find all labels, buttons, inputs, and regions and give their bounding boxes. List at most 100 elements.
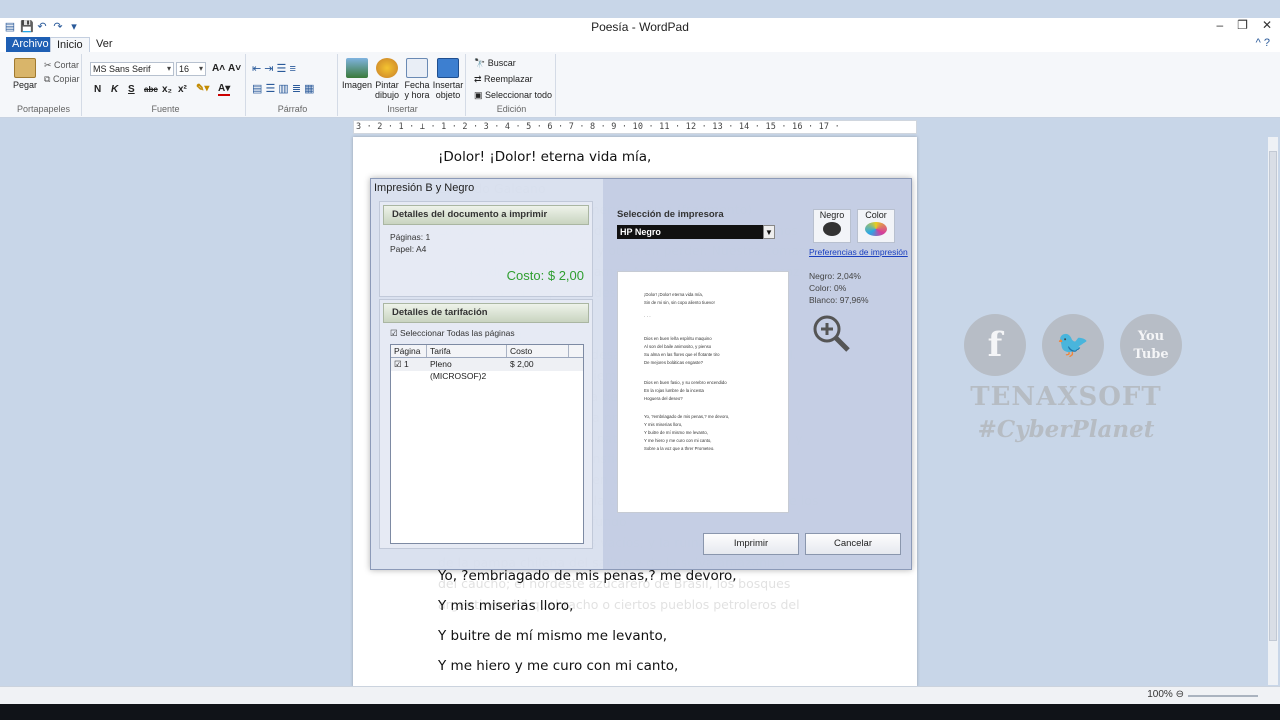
tab-ver[interactable]: Ver	[90, 37, 119, 52]
tab-inicio[interactable]: Inicio	[50, 37, 90, 52]
tariff-details-header: Detalles de tarifación	[383, 303, 589, 323]
preview-line: De mejores boláticas engaste?	[644, 360, 703, 365]
white-percentage: Blanco: 97,96%	[809, 295, 869, 305]
preview-line: En la rojas lumbre de la incesta	[644, 388, 704, 393]
subscript-button[interactable]: x₂	[162, 84, 172, 95]
status-bar: 100% ⊖	[0, 686, 1280, 704]
black-ink-icon	[823, 222, 841, 236]
column-header[interactable]: Página	[391, 345, 427, 357]
preview-line: Y mis miserias lloro,	[644, 422, 683, 427]
print-dialog: Impresión B y Negro Detalles del documen…	[370, 178, 912, 570]
zoom-slider[interactable]	[1188, 695, 1258, 697]
black-percentage: Negro: 2,04%	[809, 271, 861, 281]
ruler-ticks: 3 · 2 · 1 · ⊥ · 1 · 2 · 3 · 4 · 5 · 6 · …	[356, 122, 840, 132]
bold-button[interactable]: N	[94, 84, 101, 95]
close-button[interactable]: ✕	[1262, 18, 1272, 32]
row-cost-cell: $ 2,00	[510, 359, 534, 369]
youtube-icon: You Tube	[1120, 314, 1182, 376]
insert-image-button[interactable]: Imagen	[342, 58, 372, 90]
document-details-header: Detalles del documento a imprimir	[383, 205, 589, 225]
taskbar	[0, 704, 1280, 720]
paper-size: Papel: A4	[390, 244, 427, 254]
preview-line: ¡Dolor! ¡Dolor! eterna vida mía,	[644, 292, 703, 297]
row-page-cell[interactable]: ☑ 1	[391, 358, 427, 371]
preview-line: Dios en buen leña espíritu maquino	[644, 336, 712, 341]
date-time-button[interactable]: Fecha y hora	[402, 58, 432, 100]
preview-line: · · ·	[644, 314, 651, 319]
indent-icons[interactable]: ⇤ ⇥ ☰ ≡	[252, 62, 296, 75]
tariff-table: Página Tarifa Costo ☑ 1 Pleno (MICROSOF)…	[390, 344, 584, 544]
pages-count: Páginas: 1	[390, 232, 431, 242]
scrollbar-thumb[interactable]	[1269, 151, 1277, 641]
strikethrough-button[interactable]: abc	[144, 85, 158, 94]
font-family-select[interactable]: MS Sans Serif	[90, 62, 174, 76]
ruler[interactable]: 3 · 2 · 1 · ⊥ · 1 · 2 · 3 · 4 · 5 · 6 · …	[353, 120, 917, 134]
ribbon: Pegar ✂ Cortar ⧉ Copiar Portapapeles MS …	[0, 52, 1280, 118]
table-row[interactable]: ☑ 1 Pleno (MICROSOF)2 $ 2,00	[391, 358, 583, 381]
underline-button[interactable]: S	[128, 84, 135, 95]
watermark-name: TENAXSOFT	[970, 382, 1162, 412]
column-header[interactable]: Costo	[507, 345, 569, 357]
paint-palette-icon	[376, 58, 398, 78]
maximize-button[interactable]: ❐	[1237, 18, 1248, 32]
clipboard-icon	[14, 58, 36, 78]
paint-drawing-button[interactable]: Pintar dibujo	[372, 58, 402, 100]
image-icon	[346, 58, 368, 78]
cut-button[interactable]: ✂ Cortar	[44, 60, 79, 71]
window-title: Poesía - WordPad	[591, 20, 689, 34]
preview-line: Hoguera del deseo?	[644, 396, 683, 401]
zoom-level: 100% ⊖	[1147, 689, 1184, 700]
minimize-button[interactable]: –	[1216, 18, 1223, 32]
preview-line: Al son del baile animosito, y pienso	[644, 344, 712, 349]
vertical-scrollbar[interactable]	[1268, 137, 1278, 685]
grow-font-button[interactable]: A˄	[212, 63, 225, 74]
group-label-parrafo: Párrafo	[277, 104, 308, 114]
preview-line: Su alma en las flores que el flotante ti…	[644, 352, 720, 357]
ribbon-tabs: Archivo Inicio Ver ^ ?	[0, 36, 1280, 52]
group-fuente: MS Sans Serif 16 A˄ A˅ N K S abc x₂ x² ✎…	[86, 54, 246, 116]
twitter-icon: 🐦	[1042, 314, 1104, 376]
shrink-font-button[interactable]: A˅	[228, 63, 241, 74]
select-all-button[interactable]: ▣ Seleccionar todo	[474, 90, 552, 101]
highlight-icon[interactable]: ✎▾	[196, 83, 209, 94]
title-bar: ▤ 💾 ↶ ↷ ▾ Poesía - WordPad – ❐ ✕	[0, 18, 1280, 36]
zoom-in-icon[interactable]	[811, 313, 851, 353]
italic-button[interactable]: K	[111, 84, 118, 95]
black-mode-button[interactable]: Negro	[813, 209, 851, 243]
column-header[interactable]: Tarifa	[427, 345, 507, 357]
superscript-button[interactable]: x²	[178, 84, 187, 95]
group-insertar: Imagen Pintar dibujo Fecha y hora Insert…	[340, 54, 466, 116]
font-size-select[interactable]: 16	[176, 62, 206, 76]
cancel-button[interactable]: Cancelar	[805, 533, 901, 555]
wordpad-window: ▤ 💾 ↶ ↷ ▾ Poesía - WordPad – ❐ ✕ Archivo…	[0, 0, 1280, 720]
dialog-title: Impresión B y Negro	[374, 182, 475, 194]
document-line: ¡Dolor! ¡Dolor! eterna vida mía,	[438, 149, 652, 165]
select-all-pages-checkbox[interactable]: ☑ Seleccionar Todas las páginas	[390, 328, 515, 339]
group-portapapeles: Pegar ✂ Cortar ⧉ Copiar Portapapeles	[6, 54, 82, 116]
row-tariff-cell: Pleno (MICROSOF)2	[430, 359, 487, 381]
table-header: Página Tarifa Costo	[391, 345, 583, 358]
print-button[interactable]: Imprimir	[703, 533, 799, 555]
paste-button[interactable]: Pegar	[10, 58, 40, 90]
printer-panel: Selección de impresora HP Negro ▼ Negro …	[603, 179, 911, 569]
object-icon	[437, 58, 459, 78]
font-color-icon[interactable]: A▾	[218, 83, 231, 96]
group-parrafo: ⇤ ⇥ ☰ ≡ ▤ ☰ ▥ ≣ ▦ Párrafo	[248, 54, 338, 116]
chevron-down-icon[interactable]: ▼	[763, 225, 775, 239]
help-icon[interactable]: ^ ?	[1256, 37, 1270, 49]
copy-button[interactable]: ⧉ Copiar	[44, 74, 79, 85]
insert-object-button[interactable]: Insertar objeto	[432, 58, 464, 100]
find-button[interactable]: 🔭 Buscar	[474, 58, 516, 69]
document-line: Y me hiero y me curo con mi canto,	[438, 658, 679, 674]
tab-archivo[interactable]: Archivo	[6, 37, 55, 52]
printer-select[interactable]: HP Negro ▼	[617, 225, 775, 239]
align-icons[interactable]: ▤ ☰ ▥ ≣ ▦	[252, 82, 314, 95]
watermark-tag: #CyberPlanet	[977, 416, 1155, 443]
color-mode-button[interactable]: Color	[857, 209, 895, 243]
group-label-insertar: Insertar	[387, 104, 418, 114]
group-label-edicion: Edición	[496, 104, 527, 114]
preview-line: Sobre a la voz que a threr Prometeo.	[644, 446, 715, 451]
print-preferences-link[interactable]: Preferencias de impresión	[809, 247, 908, 257]
color-ink-icon	[865, 222, 887, 236]
replace-button[interactable]: ⇄ Reemplazar	[474, 74, 533, 85]
